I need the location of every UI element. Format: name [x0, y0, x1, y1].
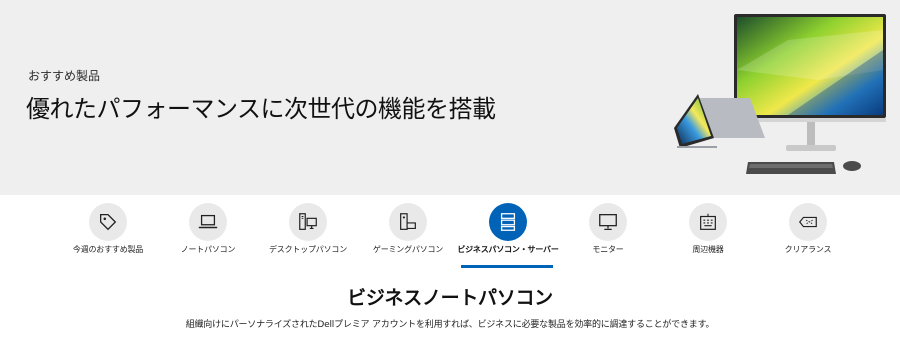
category-item-weekly-deals[interactable]: 今週のおすすめ製品: [58, 201, 158, 269]
category-icon-circle: [289, 203, 327, 241]
hero-product-image: [674, 14, 886, 174]
laptop-icon: [198, 214, 218, 229]
category-item-clearance[interactable]: クリアランス: [758, 201, 858, 269]
category-item-monitors[interactable]: モニター: [558, 201, 658, 269]
hero-eyebrow: おすすめ製品: [28, 69, 101, 83]
gaming-pc-icon: [400, 213, 416, 230]
clearance-tag-icon: [798, 216, 817, 228]
price-tag-icon: [100, 214, 117, 231]
monitor-icon: [599, 214, 617, 230]
category-icon-circle: [589, 203, 627, 241]
category-icon-circle: [389, 203, 427, 241]
section-description: 組織向けにパーソナライズされたDellプレミア アカウントを利用すれば、ビジネス…: [185, 320, 715, 330]
category-icon-circle: [489, 203, 527, 241]
category-icon-circle: [189, 203, 227, 241]
keyboard-icon: [700, 213, 716, 230]
category-item-business-pcs-servers[interactable]: ビジネスパソコン・サーバー: [457, 201, 559, 269]
category-icon-circle: [689, 203, 727, 241]
hero-banner: おすすめ製品 優れたパフォーマンスに次世代の機能を搭載: [0, 0, 900, 195]
hero-title: 優れたパフォーマンスに次世代の機能を搭載: [26, 95, 496, 123]
category-icon-circle: [789, 203, 827, 241]
category-item-desktops[interactable]: デスクトップパソコン: [258, 201, 358, 269]
category-nav: 今週のおすすめ製品 ノートパソコン デスクトップパソコン ゲーミングパソコン ビ…: [58, 201, 850, 269]
active-tab-indicator: [461, 265, 553, 268]
desktop-tower-icon: [299, 213, 317, 230]
category-item-laptops[interactable]: ノートパソコン: [158, 201, 258, 269]
category-icon-circle: [89, 203, 127, 241]
category-item-gaming-pcs[interactable]: ゲーミングパソコン: [358, 201, 458, 269]
section-title: ビジネスノートパソコン: [347, 287, 553, 309]
category-label: クリアランス: [784, 245, 832, 254]
category-item-peripherals[interactable]: 周辺機器: [658, 201, 758, 269]
server-icon: [500, 213, 516, 231]
